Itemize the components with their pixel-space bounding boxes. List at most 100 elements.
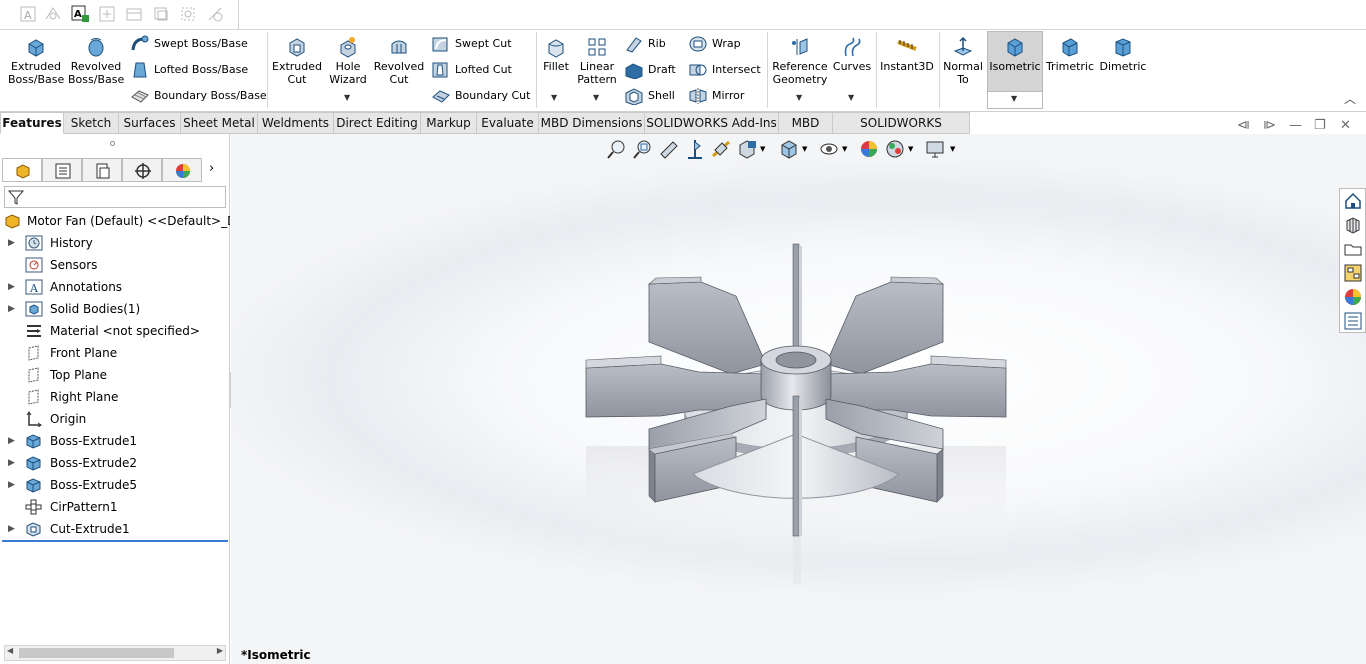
appearances-scenes-icon[interactable] bbox=[1343, 287, 1363, 307]
boundary-cut-button[interactable]: Boundary Cut bbox=[431, 86, 530, 106]
tab-sketch[interactable]: Sketch bbox=[64, 112, 119, 134]
solidworks-resources-icon[interactable] bbox=[1343, 191, 1363, 211]
tree-item-annotations[interactable]: ▶ A Annotations bbox=[0, 276, 230, 298]
weld-symbol-icon[interactable] bbox=[151, 4, 171, 24]
expand-arrow-icon[interactable]: ▶ bbox=[8, 232, 15, 254]
scrollbar-thumb[interactable] bbox=[19, 648, 174, 658]
minimize-icon[interactable]: — bbox=[1289, 118, 1302, 133]
property-manager-tab[interactable] bbox=[42, 158, 82, 182]
hole-wizard-button[interactable]: Hole Wizard bbox=[326, 36, 370, 86]
note-icon[interactable]: A bbox=[70, 4, 90, 24]
motor-fan-model[interactable] bbox=[231, 134, 1366, 664]
rib-button[interactable]: Rib bbox=[624, 34, 666, 54]
extruded-boss-button[interactable]: Extruded Boss/Base bbox=[8, 36, 64, 86]
reference-geometry-button[interactable]: Reference Geometry bbox=[770, 36, 830, 86]
scroll-right-icon[interactable]: ▶ bbox=[217, 646, 223, 655]
fillet-dropdown-icon[interactable]: ▼ bbox=[551, 93, 557, 102]
feature-manager-tab[interactable] bbox=[2, 158, 42, 182]
instant3d-button[interactable]: Instant3D bbox=[878, 36, 936, 73]
reference-geometry-dropdown-icon[interactable]: ▼ bbox=[796, 93, 802, 102]
tab-sheet-metal[interactable]: Sheet Metal bbox=[181, 112, 258, 134]
tree-item-top-plane[interactable]: Top Plane bbox=[0, 364, 230, 386]
previous-window-icon[interactable]: ⧏ bbox=[1237, 118, 1250, 133]
display-manager-tab[interactable] bbox=[162, 158, 202, 182]
graphics-area[interactable]: ▼ ▼ ▼ ▼ ▼ *Isometric bbox=[231, 134, 1366, 664]
surface-finish-icon[interactable] bbox=[124, 4, 144, 24]
tab-surfaces[interactable]: Surfaces bbox=[119, 112, 181, 134]
tree-root-part[interactable]: Motor Fan (Default) <<Default>_Displ bbox=[0, 210, 230, 232]
intersect-button[interactable]: Intersect bbox=[688, 60, 761, 80]
boundary-boss-button[interactable]: Boundary Boss/Base bbox=[130, 86, 267, 106]
view-palette-icon[interactable] bbox=[1343, 263, 1363, 283]
panel-grip-icon[interactable] bbox=[110, 141, 115, 146]
sketch-text-icon[interactable]: A bbox=[18, 4, 38, 24]
close-icon[interactable]: ✕ bbox=[1340, 118, 1351, 133]
file-explorer-icon[interactable] bbox=[1343, 239, 1363, 259]
balloon-icon[interactable] bbox=[97, 4, 117, 24]
configuration-manager-tab[interactable] bbox=[82, 158, 122, 182]
tab-weldments[interactable]: Weldments bbox=[258, 112, 334, 134]
tab-markup[interactable]: Markup bbox=[421, 112, 477, 134]
tree-item-right-plane[interactable]: Right Plane bbox=[0, 386, 230, 408]
tree-item-sensors[interactable]: Sensors bbox=[0, 254, 230, 276]
tree-filter[interactable] bbox=[4, 186, 226, 208]
datum-icon[interactable] bbox=[178, 4, 198, 24]
scroll-left-icon[interactable]: ◀ bbox=[7, 646, 13, 655]
tree-item-front-plane[interactable]: Front Plane bbox=[0, 342, 230, 364]
custom-properties-icon[interactable] bbox=[1343, 311, 1363, 331]
tree-item-boss-extrude2[interactable]: ▶ Boss-Extrude2 bbox=[0, 452, 230, 474]
fillet-button[interactable]: Fillet bbox=[538, 36, 574, 73]
collapse-ribbon-icon[interactable]: ︿ bbox=[1344, 90, 1356, 107]
tab-solidworks-visualize[interactable]: SOLIDWORKS Visualize bbox=[833, 112, 970, 151]
tab-mbd[interactable]: MBD bbox=[779, 112, 833, 134]
tab-mbd-dimensions[interactable]: MBD Dimensions bbox=[539, 112, 645, 134]
tab-evaluate[interactable]: Evaluate bbox=[477, 112, 539, 134]
expand-arrow-icon[interactable]: ▶ bbox=[8, 474, 15, 496]
extruded-cut-button[interactable]: Extruded Cut bbox=[270, 36, 324, 86]
linear-pattern-button[interactable]: Linear Pattern bbox=[576, 36, 618, 86]
rollback-bar[interactable] bbox=[2, 540, 228, 542]
expand-arrow-icon[interactable]: ▶ bbox=[8, 298, 15, 320]
linear-pattern-dropdown-icon[interactable]: ▼ bbox=[593, 93, 599, 102]
tree-item-origin[interactable]: Origin bbox=[0, 408, 230, 430]
curves-dropdown-icon[interactable]: ▼ bbox=[848, 93, 854, 102]
revolved-cut-button[interactable]: Revolved Cut bbox=[373, 36, 425, 86]
lofted-cut-button[interactable]: Lofted Cut bbox=[431, 60, 512, 80]
isometric-dropdown[interactable]: ▼ bbox=[988, 91, 1042, 108]
wrap-button[interactable]: Wrap bbox=[688, 34, 741, 54]
tab-solidworks-add-ins[interactable]: SOLIDWORKS Add-Ins bbox=[645, 112, 779, 134]
geometric-tolerance-icon[interactable] bbox=[205, 4, 225, 24]
horizontal-scrollbar[interactable]: ◀ ▶ bbox=[4, 645, 226, 661]
tree-item-cut-extrude1[interactable]: ▶ Cut-Extrude1 bbox=[0, 518, 230, 540]
curves-button[interactable]: Curves bbox=[832, 36, 872, 73]
draft-button[interactable]: Draft bbox=[624, 60, 676, 80]
dimxpert-manager-tab[interactable] bbox=[122, 158, 162, 182]
mirror-button[interactable]: Mirror bbox=[688, 86, 744, 106]
expand-arrow-icon[interactable]: ▶ bbox=[8, 276, 15, 298]
design-library-icon[interactable] bbox=[1343, 215, 1363, 235]
dimetric-button[interactable]: Dimetric bbox=[1098, 36, 1148, 73]
tree-item-history[interactable]: ▶ History bbox=[0, 232, 230, 254]
restore-icon[interactable]: ❐ bbox=[1314, 118, 1326, 133]
normal-to-button[interactable]: Normal To bbox=[942, 36, 984, 86]
tree-item-boss-extrude1[interactable]: ▶ Boss-Extrude1 bbox=[0, 430, 230, 452]
tab-direct-editing[interactable]: Direct Editing bbox=[334, 112, 421, 134]
tree-item-cirpattern1[interactable]: CirPattern1 bbox=[0, 496, 230, 518]
hole-wizard-dropdown-icon[interactable]: ▼ bbox=[344, 93, 350, 102]
shell-button[interactable]: Shell bbox=[624, 86, 675, 106]
expand-arrow-icon[interactable]: ▶ bbox=[8, 518, 15, 540]
tab-features[interactable]: Features bbox=[0, 112, 64, 134]
next-window-icon[interactable]: ⧐ bbox=[1263, 118, 1276, 133]
isometric-button[interactable]: Isometric bbox=[988, 36, 1042, 73]
swept-boss-button[interactable]: Swept Boss/Base bbox=[130, 34, 248, 54]
expand-arrow-icon[interactable]: ▶ bbox=[8, 430, 15, 452]
more-tabs-chevron-icon[interactable]: › bbox=[209, 161, 214, 176]
expand-arrow-icon[interactable]: ▶ bbox=[8, 452, 15, 474]
tree-item-material[interactable]: Material <not specified> bbox=[0, 320, 230, 342]
tree-item-solid-bodies[interactable]: ▶ Solid Bodies(1) bbox=[0, 298, 230, 320]
tree-item-boss-extrude5[interactable]: ▶ Boss-Extrude5 bbox=[0, 474, 230, 496]
lofted-boss-button[interactable]: Lofted Boss/Base bbox=[130, 60, 248, 80]
smart-dimension-icon[interactable] bbox=[43, 4, 63, 24]
revolved-boss-button[interactable]: Revolved Boss/Base bbox=[68, 36, 124, 86]
trimetric-button[interactable]: Trimetric bbox=[1044, 36, 1096, 73]
